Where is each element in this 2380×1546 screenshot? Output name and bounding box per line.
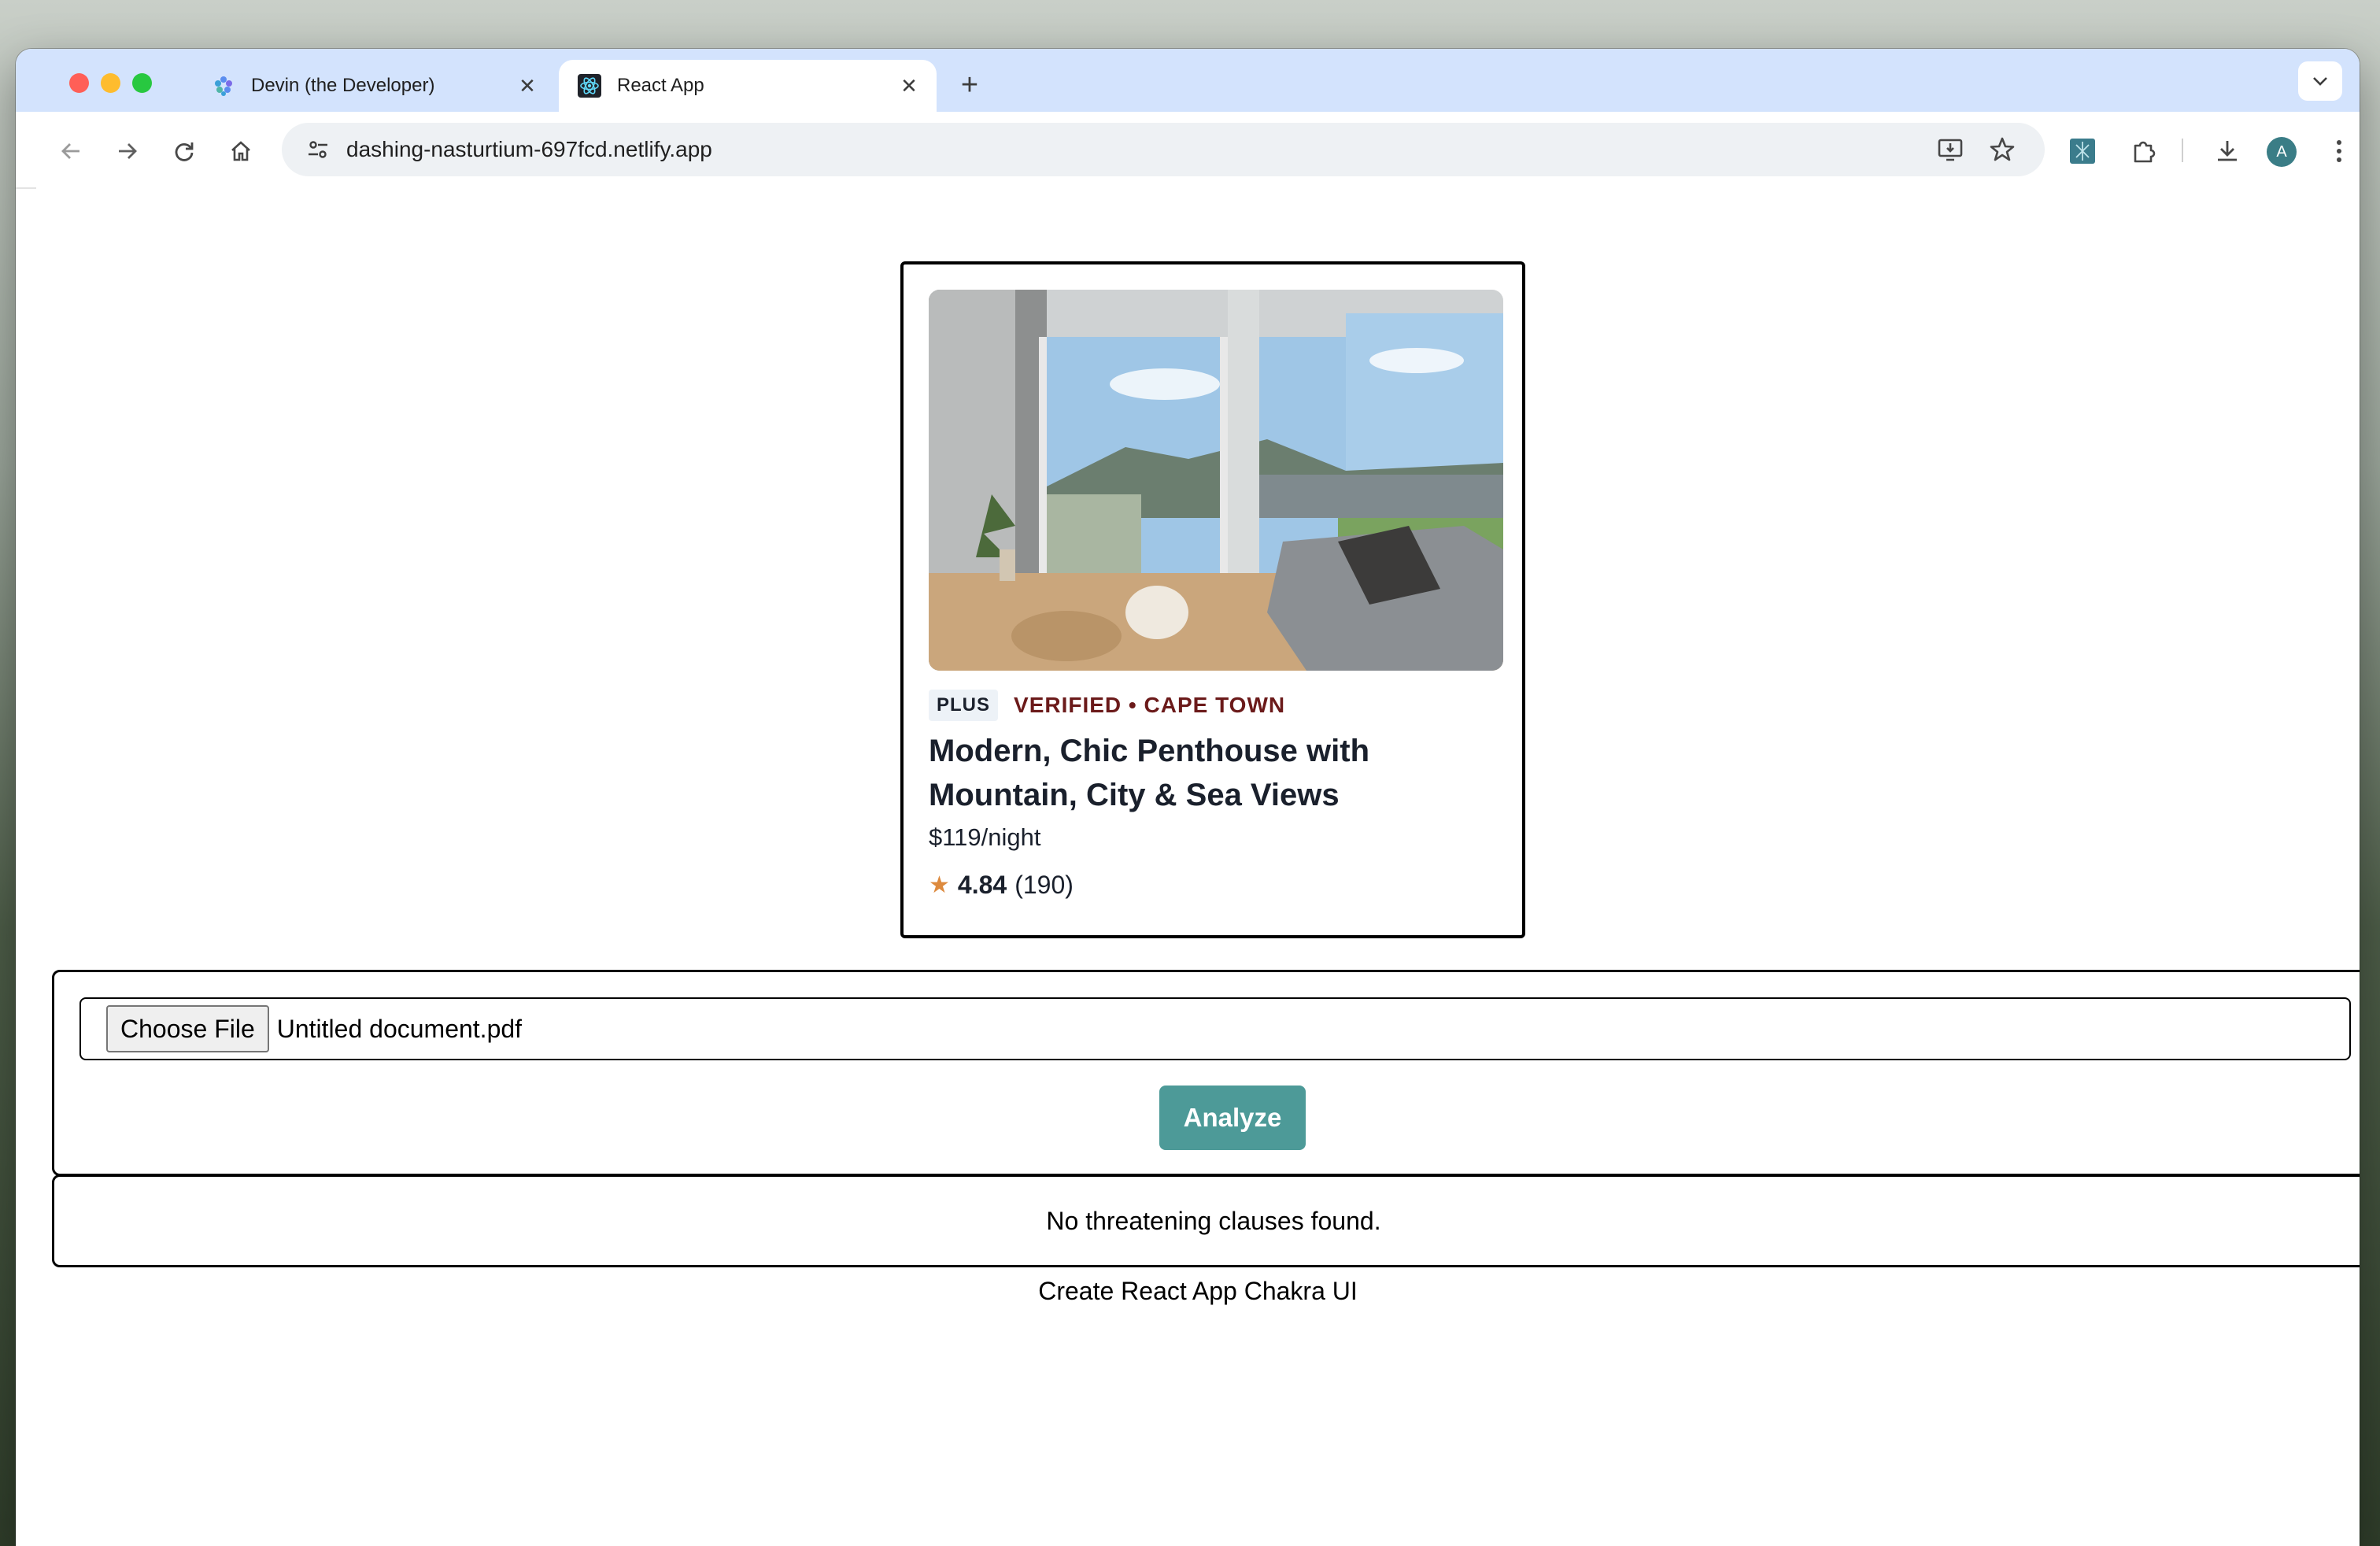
tab-title: Devin (the Developer) — [251, 75, 435, 96]
close-icon[interactable]: ✕ — [514, 72, 541, 99]
extensions-puzzle-icon[interactable] — [2125, 132, 2163, 170]
upload-panel: Choose File Untitled document.pdf Analyz… — [52, 970, 2360, 1176]
install-app-icon[interactable] — [1935, 134, 1966, 165]
tab-strip: Devin (the Developer) ✕ React App ✕ + — [16, 49, 2360, 112]
window-maximize-button[interactable] — [132, 73, 152, 93]
forward-button[interactable] — [109, 132, 146, 170]
home-icon — [231, 141, 250, 161]
listing-card: PLUS VERIFIED • CAPE TOWN Modern, Chic P… — [900, 261, 1525, 938]
listing-price: $119/night — [929, 823, 1041, 851]
url-text[interactable]: dashing-nasturtium-697fcd.netlify.app — [346, 137, 2045, 162]
home-button[interactable] — [222, 132, 260, 170]
devin-extension-icon[interactable] — [2064, 132, 2101, 170]
browser-window: Devin (the Developer) ✕ React App ✕ + da… — [16, 49, 2360, 1546]
rating-count: (190) — [1014, 871, 1074, 899]
reload-button[interactable] — [165, 132, 203, 170]
bookmark-star-icon[interactable] — [1986, 134, 2018, 165]
rating: ★ 4.84 (190) — [929, 871, 1074, 900]
window-close-button[interactable] — [69, 73, 89, 93]
rating-value: 4.84 — [957, 871, 1007, 899]
listing-title: Modern, Chic Penthouse with Mountain, Ci… — [929, 734, 1370, 812]
more-menu-icon[interactable] — [2320, 132, 2358, 170]
analyze-button[interactable]: Analyze — [1159, 1086, 1306, 1150]
result-panel: No threatening clauses found. — [52, 1174, 2360, 1267]
site-info-icon[interactable] — [302, 134, 334, 165]
chevron-down-icon — [2312, 70, 2329, 92]
window-minimize-button[interactable] — [101, 73, 120, 93]
devin-icon — [212, 74, 235, 98]
listing-photo — [929, 290, 1503, 671]
tab-title: React App — [617, 75, 704, 96]
arrow-left-icon — [61, 143, 79, 159]
choose-file-button[interactable]: Choose File — [106, 1005, 269, 1052]
listing-meta: PLUS VERIFIED • CAPE TOWN — [929, 690, 1285, 721]
reload-icon — [175, 142, 194, 161]
toolbar-divider — [2182, 139, 2183, 162]
profile-avatar[interactable]: A — [2267, 137, 2297, 167]
verified-location: VERIFIED • CAPE TOWN — [1014, 693, 1286, 717]
tab-react-app[interactable]: React App ✕ — [559, 60, 937, 112]
tab-search-button[interactable] — [2298, 61, 2342, 101]
selected-file-name: Untitled document.pdf — [276, 1014, 523, 1043]
back-button[interactable] — [52, 132, 90, 170]
footer-text: Create React App Chakra UI — [1038, 1277, 1358, 1305]
react-icon — [578, 74, 601, 98]
new-tab-button[interactable]: + — [951, 66, 989, 104]
plus-badge: PLUS — [929, 690, 999, 721]
result-message: No threatening clauses found. — [1046, 1206, 1381, 1235]
star-icon: ★ — [929, 872, 950, 898]
file-input[interactable]: Choose File Untitled document.pdf — [79, 997, 2351, 1060]
download-icon[interactable] — [2208, 132, 2246, 170]
close-icon[interactable]: ✕ — [896, 72, 922, 99]
tab-devin[interactable]: Devin (the Developer) ✕ — [193, 60, 555, 112]
arrow-right-icon — [119, 143, 137, 159]
page-content: PLUS VERIFIED • CAPE TOWN Modern, Chic P… — [36, 187, 2360, 1546]
browser-toolbar: dashing-nasturtium-697fcd.netlify.app A — [16, 112, 2360, 189]
address-bar[interactable]: dashing-nasturtium-697fcd.netlify.app — [282, 123, 2045, 176]
